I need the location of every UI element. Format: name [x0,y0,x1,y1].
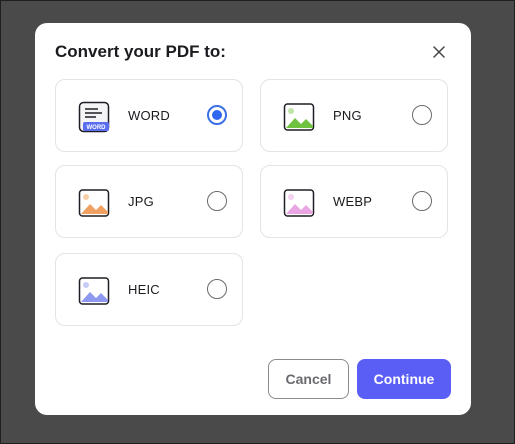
dialog-title: Convert your PDF to: [55,42,226,61]
png-image-icon [283,103,315,131]
radio-word[interactable] [207,105,227,125]
option-word[interactable]: WORD WORD [55,79,243,152]
option-jpg-label: JPG [128,194,154,209]
option-png[interactable]: PNG [260,79,448,152]
option-webp[interactable]: WEBP [260,165,448,238]
radio-webp[interactable] [412,191,432,211]
word-badge-text: WORD [87,125,107,131]
radio-heic[interactable] [207,279,227,299]
option-heic[interactable]: HEIC [55,253,243,326]
close-icon [433,46,445,58]
option-png-label: PNG [333,108,362,123]
continue-button[interactable]: Continue [357,359,451,399]
radio-png[interactable] [412,105,432,125]
option-word-label: WORD [128,108,170,123]
option-webp-label: WEBP [333,194,373,209]
webp-image-icon [283,189,315,217]
word-document-icon: WORD [78,101,110,133]
option-jpg[interactable]: JPG [55,165,243,238]
close-button[interactable] [428,41,450,63]
heic-image-icon [78,277,110,305]
option-heic-label: HEIC [128,282,160,297]
radio-jpg[interactable] [207,191,227,211]
jpg-image-icon [78,189,110,217]
cancel-button[interactable]: Cancel [268,359,349,399]
convert-dialog: Convert your PDF to: WORD WORD PNG JPG W… [35,23,471,415]
